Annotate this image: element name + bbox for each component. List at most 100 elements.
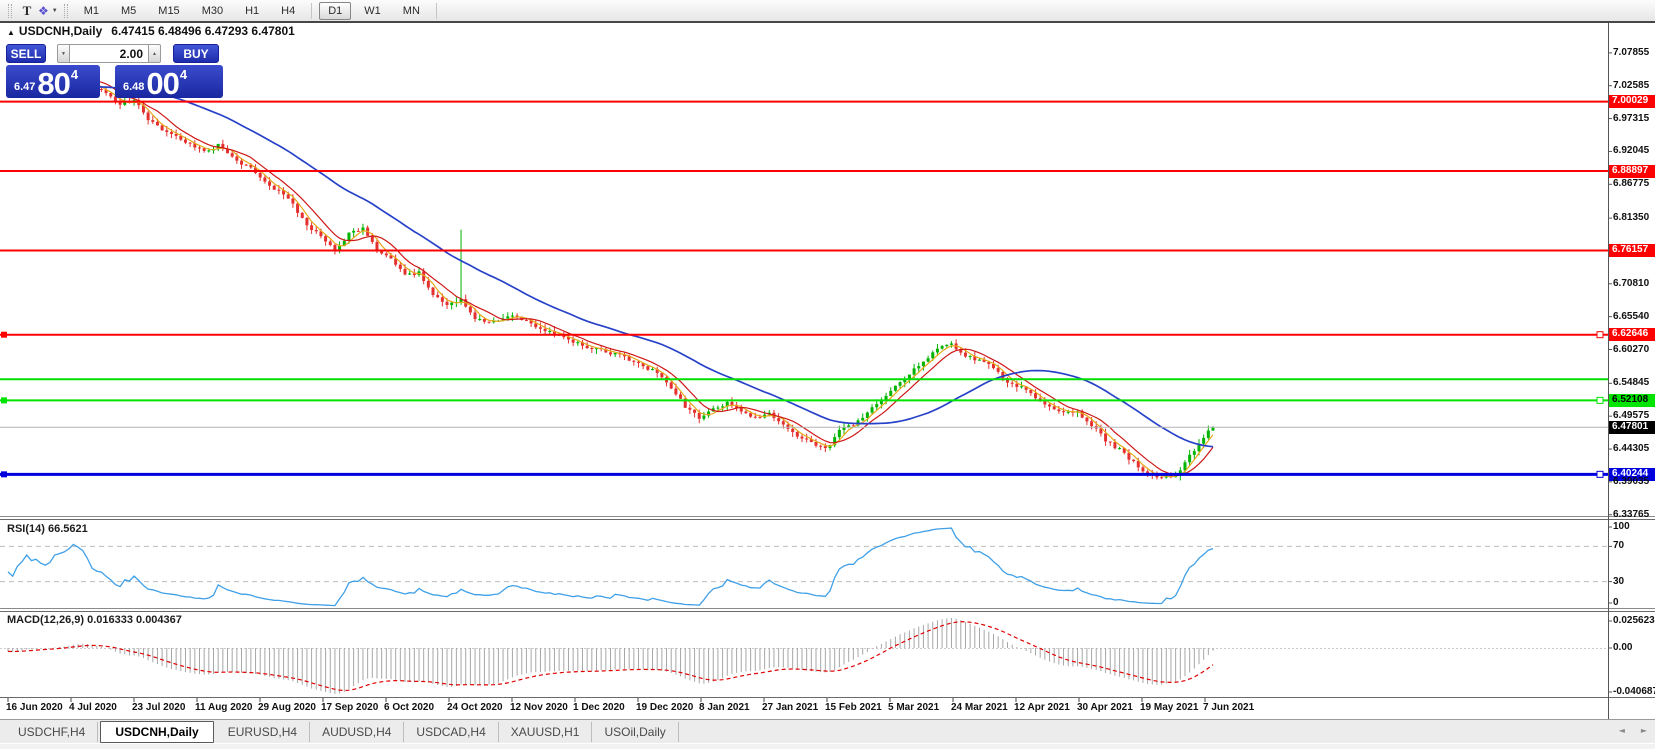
macd-axis-tick: -0.040687 [1613, 686, 1655, 697]
buy-price-prefix: 6.48 [123, 81, 145, 93]
price-axis-tick: 6.33765 [1613, 509, 1650, 520]
volume-decrease-button[interactable]: ▼ [57, 44, 70, 63]
hline-handle[interactable] [1596, 396, 1604, 404]
price-axis-tick: 6.70810 [1613, 278, 1650, 289]
date-axis-label: 7 Jun 2021 [1203, 702, 1255, 713]
tab-usdcnh-daily[interactable]: USDCNH,Daily [100, 720, 214, 743]
timeframe-m15-button[interactable]: M15 [149, 2, 188, 20]
rsi-axis-tick: 0 [1613, 597, 1619, 608]
date-axis-label: 19 Dec 2020 [636, 702, 694, 713]
tab-xauusd-h1[interactable]: XAUUSD,H1 [499, 721, 593, 742]
price-axis-tick: 7.07855 [1613, 47, 1650, 58]
tab-audusd-h4[interactable]: AUDUSD,H4 [310, 721, 405, 742]
date-axis-label: 24 Mar 2021 [951, 702, 1008, 713]
date-axis-label: 12 Nov 2020 [510, 702, 568, 713]
date-axis-label: 8 Jan 2021 [699, 702, 750, 713]
price-axis-tick: 7.02585 [1613, 80, 1650, 91]
hline-handle[interactable] [1, 331, 7, 338]
price-axis-tick: 6.86775 [1613, 178, 1650, 189]
tab-usdchf-h4[interactable]: USDCHF,H4 [6, 721, 99, 742]
date-axis-label: 24 Oct 2020 [447, 702, 503, 713]
toolbar: T ❖ ▼ M1 M5 M15 M30 H1 H4 D1 W1 MN [0, 0, 1655, 23]
one-click-trading-panel: SELL ▼ ▲ BUY 6.47 80 4 6.48 00 4 [6, 44, 223, 99]
hline-handle[interactable] [1, 471, 7, 478]
text-tool-button[interactable]: T [17, 2, 37, 20]
macd-axis-tick: 0.025623 [1613, 615, 1655, 626]
price-axis-tick: 6.81350 [1613, 212, 1650, 223]
timeframe-h1-button[interactable]: H1 [236, 2, 268, 20]
rsi-indicator-label: RSI(14) 66.5621 [7, 523, 88, 535]
macd-indicator-label: MACD(12,26,9) 0.016333 0.004367 [7, 614, 182, 626]
chart-symbol: USDCNH,Daily [18, 24, 103, 38]
spinner-down-icon: ▼ [61, 50, 66, 57]
buy-button[interactable]: BUY [173, 44, 219, 63]
rsi-axis-tick: 70 [1613, 540, 1625, 551]
price-axis-tick: 6.44305 [1613, 443, 1650, 454]
date-axis-label: 27 Jan 2021 [762, 702, 819, 713]
tab-usdcad-h4[interactable]: USDCAD,H4 [404, 721, 499, 742]
date-axis-label: 12 Apr 2021 [1014, 702, 1070, 713]
chart-canvas[interactable] [0, 0, 1655, 749]
hline-price-label[interactable]: 6.76157 [1609, 244, 1655, 257]
price-axis-tick: 6.92045 [1613, 145, 1650, 156]
spinner-up-icon: ▲ [152, 50, 157, 57]
timeframe-d1-button[interactable]: D1 [319, 1, 352, 20]
date-axis-label: 4 Jul 2020 [69, 702, 117, 713]
buy-price-pip-digit: 4 [179, 67, 188, 82]
toolbar-grip [63, 3, 68, 18]
timeframe-h4-button[interactable]: H4 [272, 2, 304, 20]
hline-handle[interactable] [1596, 470, 1604, 478]
date-axis-label: 29 Aug 2020 [258, 702, 316, 713]
date-axis-label: 19 May 2021 [1140, 702, 1199, 713]
tab-scroll-buttons: ◄ ► [1619, 726, 1647, 735]
sell-price-button[interactable]: 6.47 80 4 [6, 65, 100, 99]
price-axis-tick: 6.65540 [1613, 311, 1650, 322]
status-strip [0, 743, 1655, 749]
hline-price-label[interactable]: 6.52108 [1609, 394, 1655, 407]
rsi-axis-tick: 30 [1613, 576, 1625, 587]
sell-button[interactable]: SELL [6, 44, 46, 63]
chevron-down-icon: ▼ [51, 7, 58, 14]
rsi-axis-tick: 100 [1613, 521, 1630, 532]
timeframe-m5-button[interactable]: M5 [112, 2, 145, 20]
volume-input[interactable] [70, 44, 148, 63]
styles-icon: ❖ [38, 3, 49, 18]
hline-handle[interactable] [1, 397, 7, 404]
tab-scroll-left-icon[interactable]: ◄ [1619, 726, 1625, 735]
date-axis-label: 5 Mar 2021 [888, 702, 940, 713]
price-axis-tick: 6.49575 [1613, 410, 1650, 421]
current-price-label: 6.47801 [1609, 421, 1655, 434]
tab-eurusd-h4[interactable]: EURUSD,H4 [216, 721, 311, 742]
chart-ohlc-values: 6.47415 6.48496 6.47293 6.47801 [111, 24, 295, 38]
styles-tool-button[interactable]: ❖ ▼ [37, 2, 59, 20]
chart-title: ▲ USDCNH,Daily 6.47415 6.48496 6.47293 6… [7, 24, 295, 38]
timeframe-m30-button[interactable]: M30 [193, 2, 232, 20]
toolbar-grip [8, 3, 12, 18]
tab-scroll-right-icon[interactable]: ► [1641, 726, 1647, 735]
symbol-marker-icon: ▲ [7, 28, 15, 37]
hline-price-label[interactable]: 6.88897 [1609, 165, 1655, 178]
tab-usoil-daily[interactable]: USOil,Daily [592, 721, 679, 742]
toolbar-separator [435, 2, 437, 19]
hline-handle[interactable] [1596, 331, 1604, 339]
toolbar-separator [311, 2, 313, 19]
date-axis-label: 23 Jul 2020 [132, 702, 186, 713]
date-axis-label: 11 Aug 2020 [195, 702, 253, 713]
date-axis-label: 30 Apr 2021 [1077, 702, 1133, 713]
buy-price-button[interactable]: 6.48 00 4 [115, 65, 223, 99]
macd-axis-tick: 0.00 [1613, 642, 1633, 653]
hline-price-label[interactable]: 6.62646 [1609, 328, 1655, 341]
hline-price-label[interactable]: 7.00029 [1609, 95, 1655, 108]
sell-price-prefix: 6.47 [14, 81, 36, 93]
sell-price-pip-digit: 4 [70, 67, 79, 82]
date-axis-label: 15 Feb 2021 [825, 702, 882, 713]
timeframe-m1-button[interactable]: M1 [75, 2, 108, 20]
volume-increase-button[interactable]: ▲ [148, 44, 161, 63]
timeframe-mn-button[interactable]: MN [394, 2, 429, 20]
mt4-window: T ❖ ▼ M1 M5 M15 M30 H1 H4 D1 W1 MN 7.000… [0, 0, 1655, 749]
volume-stepper: ▼ ▲ [57, 44, 161, 63]
ma-4-line [7, 76, 1214, 478]
chart-tab-bar: USDCHF,H4 USDCNH,Daily EURUSD,H4 AUDUSD,… [0, 719, 1655, 743]
timeframe-w1-button[interactable]: W1 [355, 2, 390, 20]
date-axis-label: 1 Dec 2020 [573, 702, 625, 713]
